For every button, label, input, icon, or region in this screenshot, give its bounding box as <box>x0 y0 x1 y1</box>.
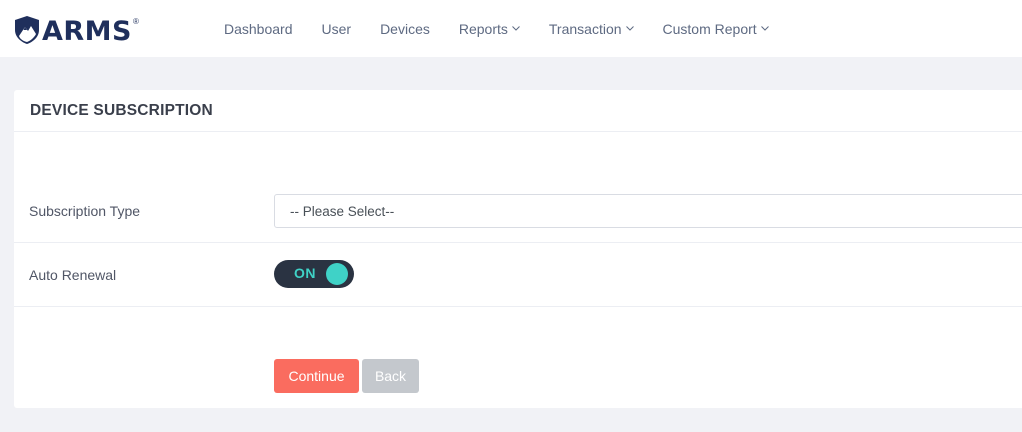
nav-item-transaction[interactable]: Transaction <box>549 21 634 37</box>
auto-renewal-label: Auto Renewal <box>29 267 117 283</box>
nav-item-label: Dashboard <box>224 20 293 37</box>
nav-item-devices[interactable]: Devices <box>380 21 430 37</box>
shield-mountain-icon <box>15 16 39 44</box>
brand-logo[interactable]: ARMS ® <box>14 13 139 47</box>
subscription-type-label: Subscription Type <box>29 203 141 219</box>
brand-name: ARMS <box>42 15 133 47</box>
subscription-type-select[interactable]: -- Please Select-- <box>274 194 1022 228</box>
select-value: -- Please Select-- <box>290 203 395 219</box>
chevron-down-icon <box>512 26 520 31</box>
toggle-knob <box>326 263 348 285</box>
toggle-state-label: ON <box>294 265 316 281</box>
nav-item-label: Reports <box>458 20 508 37</box>
chevron-down-icon <box>625 26 634 31</box>
chevron-down-icon <box>760 26 769 31</box>
back-button[interactable]: Back <box>362 359 419 393</box>
row-divider <box>14 306 1022 307</box>
nav-item-dashboard[interactable]: Dashboard <box>224 21 293 37</box>
nav-item-reports[interactable]: Reports <box>459 21 520 37</box>
nav-item-label: Custom Report <box>662 20 757 37</box>
top-navbar: ARMS ® Dashboard User Devices Reports Tr… <box>0 0 1022 57</box>
nav-item-label: Devices <box>380 20 430 37</box>
row-divider <box>14 242 1022 243</box>
main-nav: Dashboard User Devices Reports Transacti… <box>224 0 798 57</box>
nav-item-label: Transaction <box>548 20 622 37</box>
nav-item-label: User <box>321 20 352 37</box>
continue-button[interactable]: Continue <box>274 359 359 393</box>
nav-item-custom-report[interactable]: Custom Report <box>663 21 769 37</box>
registered-mark: ® <box>133 16 139 26</box>
card-title: DEVICE SUBSCRIPTION <box>30 101 213 119</box>
card-header: DEVICE SUBSCRIPTION <box>14 90 1022 132</box>
auto-renewal-toggle[interactable]: ON <box>274 260 354 288</box>
device-subscription-card: DEVICE SUBSCRIPTION Subscription Type --… <box>14 90 1022 408</box>
nav-item-user[interactable]: User <box>322 21 352 37</box>
